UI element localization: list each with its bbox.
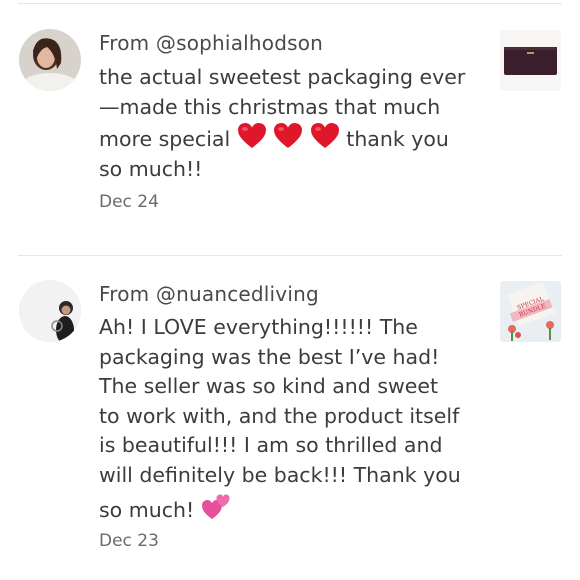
review-text-line: The seller was so kind and sweet [99,374,439,399]
review-text-line: to work with, and the product itself [99,403,460,428]
two-hearts-emoji-icon [201,494,231,522]
divider-top [18,3,562,4]
review-text-segment: thank you [346,127,449,152]
avatar[interactable] [19,280,81,342]
review-date: Dec 24 [99,192,159,212]
heart-emoji-icon [237,123,274,151]
review-text-line: the actual sweetest packaging ever [99,65,466,89]
review-text-line: packaging was the best I’ve had! [99,344,440,369]
avatar[interactable] [19,29,81,91]
review-text-line: Ah! I LOVE everything!!!!!! The [99,315,418,339]
review-text-segment: so much! [99,497,195,522]
review-text-line: will definitely be back!!! Thank you [99,462,461,487]
review-text-line: so much! [99,491,479,526]
heart-emoji-icon [310,123,347,151]
review-text: Ah! I LOVE everything!!!!!! The packagin… [99,313,479,525]
review-text-line: —made this christmas that much [99,94,441,119]
review-text-line: so much!! [99,156,203,181]
review-date: Dec 23 [99,531,159,551]
heart-emoji-icon [273,123,310,151]
review-text-line: more special thank you [99,122,479,155]
product-thumbnail[interactable] [500,30,561,91]
review-text-line: is beautiful!!! I am so thrilled and [99,433,443,458]
product-thumbnail[interactable]: SPECIAL BUNDLE [500,281,561,342]
review-text: the actual sweetest packaging ever —made… [99,63,479,184]
divider [18,255,562,256]
review-text-segment: more special [99,127,231,152]
review-author[interactable]: From @nuancedliving [99,282,319,306]
review-author[interactable]: From @sophialhodson [99,31,323,55]
